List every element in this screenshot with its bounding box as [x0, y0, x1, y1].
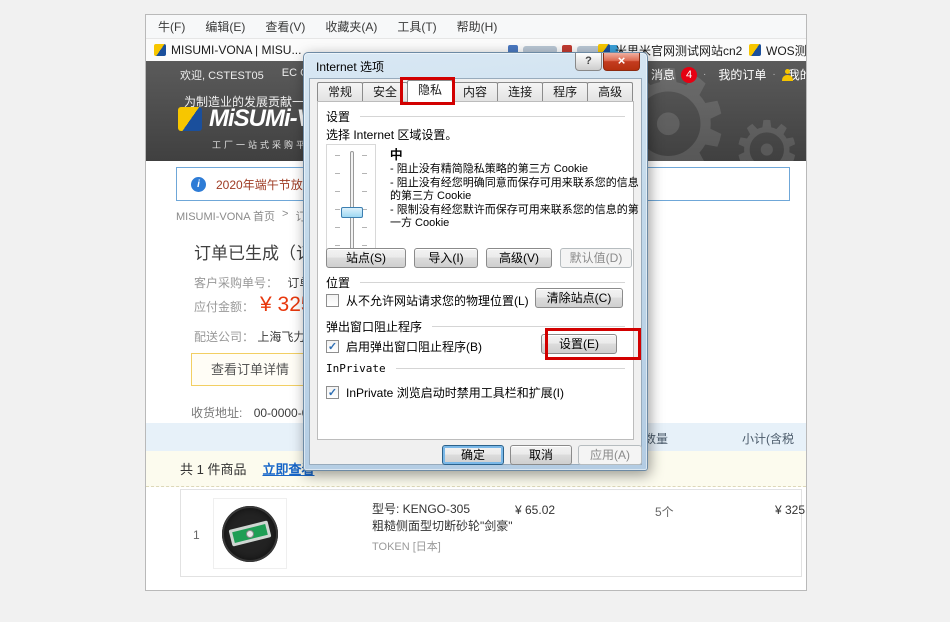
screenshot-root: 牛(F) 编辑(E) 查看(V) 收藏夹(A) 工具(T) 帮助(H) MISU…: [0, 0, 950, 622]
view-order-details-button[interactable]: 查看订单详情: [191, 353, 309, 386]
misumi-favicon: [749, 44, 761, 56]
slider-handle[interactable]: [341, 207, 363, 218]
sites-button[interactable]: 站点(S): [326, 248, 406, 268]
product-name: 粗糙侧面型切断砂轮"剑豪": [372, 518, 513, 535]
inprivate-checkbox[interactable]: ✓: [326, 386, 339, 399]
product-brand: TOKEN [日本]: [372, 539, 513, 556]
tab-general[interactable]: 常规: [317, 82, 363, 102]
settings-button-row: 站点(S) 导入(I) 高级(V) 默认值(D): [326, 248, 632, 268]
internet-options-dialog: Internet 选项 ? × 常规 安全 隐私 内容 连接 程序 高级 设置: [303, 52, 648, 471]
advanced-button[interactable]: 高级(V): [486, 248, 552, 268]
import-button[interactable]: 导入(I): [414, 248, 478, 268]
popup-group-header: 弹出窗口阻止程序: [326, 318, 625, 335]
dialog-tabs: 常规 安全 隐私 内容 连接 程序 高级: [317, 82, 632, 102]
privacy-level-slider: [326, 144, 376, 258]
cutting-wheel-image: [222, 506, 278, 562]
breadcrumb: MISUMI-VONA 首页 > 订单: [176, 208, 317, 224]
menu-edit[interactable]: 编辑(E): [205, 18, 245, 35]
product-index: 1: [193, 528, 200, 542]
menu-tools[interactable]: 工具(T): [397, 18, 436, 35]
info-icon: i: [191, 177, 206, 192]
product-model: 型号: KENGO-305: [372, 501, 513, 518]
privacy-level-label: 中: [390, 144, 403, 163]
zone-description: 选择 Internet 区域设置。: [326, 126, 457, 143]
tab-privacy[interactable]: 隐私: [407, 80, 453, 102]
amount-label: 应付金额：: [194, 298, 254, 315]
misumi-favicon: [154, 44, 166, 56]
privacy-bullet-3: - 限制没有经您默许而保存可用来联系您的信息的第一方 Cookie: [390, 204, 642, 231]
favorite-wos-label: WOS测试: [766, 42, 807, 59]
tab-advanced[interactable]: 高级: [587, 82, 633, 102]
product-row: 1 型号: KENGO-305 粗糙侧面型切断砂轮"剑豪" TOKEN [日本]…: [180, 489, 802, 577]
item-count: 共 1 件商品: [180, 459, 246, 478]
product-details: 型号: KENGO-305 粗糙侧面型切断砂轮"剑豪" TOKEN [日本]: [372, 501, 513, 556]
browser-menu-bar: 牛(F) 编辑(E) 查看(V) 收藏夹(A) 工具(T) 帮助(H): [146, 15, 806, 39]
popup-checkbox[interactable]: ✓: [326, 340, 339, 353]
product-qty: 5个: [655, 503, 674, 520]
tab-connections[interactable]: 连接: [497, 82, 543, 102]
tab-content[interactable]: 内容: [452, 82, 498, 102]
privacy-level-description: - 阻止没有精简隐私策略的第三方 Cookie - 阻止没有经您明确同意而保存可…: [390, 163, 642, 231]
slider-track[interactable]: [350, 151, 354, 251]
popup-settings-button[interactable]: 设置(E): [541, 334, 617, 354]
location-group-label: 位置: [326, 274, 350, 291]
subtotal-column-header: 小计(含税: [742, 430, 794, 447]
dialog-client-area: 常规 安全 隐私 内容 连接 程序 高级 设置 选择 Internet 区域设置…: [309, 78, 642, 465]
breadcrumb-separator: >: [282, 208, 288, 224]
settings-group-label: 设置: [326, 108, 350, 125]
gear-decoration-icon: ⚙: [731, 111, 803, 161]
privacy-bullet-2: - 阻止没有经您明确同意而保存可用来联系您的信息的第三方 Cookie: [390, 177, 642, 204]
menu-file[interactable]: 牛(F): [158, 18, 185, 35]
ok-button[interactable]: 确定: [442, 445, 504, 465]
inprivate-checkbox-label: InPrivate 浏览启动时禁用工具栏和扩展(I): [346, 384, 564, 401]
settings-group-header: 设置: [326, 108, 625, 125]
default-button: 默认值(D): [560, 248, 632, 268]
product-unit-price: ¥ 65.02: [515, 503, 555, 517]
dialog-title: Internet 选项: [316, 58, 384, 75]
location-checkbox[interactable]: [326, 294, 339, 307]
location-check-row: 从不允许网站请求您的物理位置(L): [326, 292, 529, 309]
location-checkbox-label: 从不允许网站请求您的物理位置(L): [346, 292, 529, 309]
close-icon[interactable]: ×: [603, 53, 640, 71]
inprivate-group-label: InPrivate: [326, 362, 386, 375]
message-count-badge: 4: [681, 67, 697, 83]
po-label: 客户采购单号：: [194, 276, 278, 290]
product-image[interactable]: [213, 498, 287, 569]
cancel-button[interactable]: 取消: [510, 445, 572, 465]
privacy-tab-panel: 设置 选择 Internet 区域设置。 中 - 阻止没有精简隐私策略的第三方 …: [317, 101, 634, 440]
popup-checkbox-label: 启用弹出窗口阻止程序(B): [346, 338, 482, 355]
tab-programs[interactable]: 程序: [542, 82, 588, 102]
header-nav: 消息 4 · 我的订单 · 我的: [651, 66, 806, 83]
tab-security[interactable]: 安全: [362, 82, 408, 102]
menu-favorites[interactable]: 收藏夹(A): [325, 18, 377, 35]
apply-button: 应用(A): [578, 445, 642, 465]
address-label: 收货地址:: [191, 406, 242, 420]
popup-check-row: ✓ 启用弹出窗口阻止程序(B): [326, 338, 482, 355]
nav-messages[interactable]: 消息: [651, 66, 675, 83]
menu-view[interactable]: 查看(V): [265, 18, 305, 35]
privacy-bullet-1: - 阻止没有精简隐私策略的第三方 Cookie: [390, 163, 642, 177]
favorite-misumi-label: MISUMI-VONA | MISU...: [171, 43, 301, 57]
breadcrumb-home[interactable]: MISUMI-VONA 首页: [176, 208, 275, 224]
inprivate-group-header: InPrivate: [326, 362, 625, 375]
dialog-titlebar-buttons: ? ×: [575, 53, 640, 71]
clear-sites-button[interactable]: 清除站点(C): [535, 288, 623, 308]
welcome-text: 欢迎, CSTEST05: [180, 67, 264, 83]
favorite-wos[interactable]: WOS测试: [749, 42, 807, 59]
misumi-logo-icon: [178, 107, 202, 131]
nav-my-orders[interactable]: 我的订单: [718, 66, 766, 83]
popup-group-label: 弹出窗口阻止程序: [326, 318, 422, 335]
inprivate-check-row: ✓ InPrivate 浏览启动时禁用工具栏和扩展(I): [326, 384, 564, 401]
favorite-misumi[interactable]: MISUMI-VONA | MISU...: [154, 43, 301, 57]
help-button[interactable]: ?: [575, 53, 602, 71]
po-number-row: 客户采购单号： 订单: [194, 274, 311, 291]
delivery-label: 配送公司：: [194, 330, 254, 344]
menu-help[interactable]: 帮助(H): [457, 18, 498, 35]
product-subtotal: ¥ 325.1: [775, 503, 807, 517]
